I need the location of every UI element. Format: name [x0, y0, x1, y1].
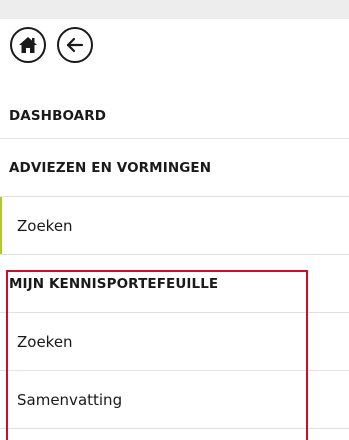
back-button[interactable] [57, 27, 93, 63]
top-bar [0, 0, 349, 19]
arrow-left-icon [66, 37, 84, 53]
menu-item-label: Samenvatting [17, 390, 123, 409]
menu-item-samenvatting[interactable]: Samenvatting [0, 371, 349, 429]
menu-item-kennisportefeuille-zoeken[interactable]: Zoeken [0, 313, 349, 371]
home-button[interactable] [10, 27, 46, 63]
menu-item-label: ADVIEZEN EN VORMINGEN [9, 159, 212, 176]
menu-item-label: Zoeken [17, 332, 73, 351]
menu-item-label: Zoeken [17, 216, 73, 235]
nav-icon-row [10, 27, 93, 63]
home-icon [19, 37, 37, 53]
sidebar-menu: DASHBOARD ADVIEZEN EN VORMINGEN Zoeken M… [0, 94, 349, 429]
menu-item-adviezen-zoeken[interactable]: Zoeken [0, 197, 349, 255]
menu-item-label: DASHBOARD [9, 108, 107, 124]
menu-item-label: MIJN KENNISPORTEFEUILLE [9, 275, 219, 292]
menu-item-dashboard[interactable]: DASHBOARD [0, 94, 349, 139]
menu-item-adviezen-en-vormingen[interactable]: ADVIEZEN EN VORMINGEN [0, 139, 349, 197]
menu-item-mijn-kennisportefeuille[interactable]: MIJN KENNISPORTEFEUILLE [0, 255, 349, 313]
